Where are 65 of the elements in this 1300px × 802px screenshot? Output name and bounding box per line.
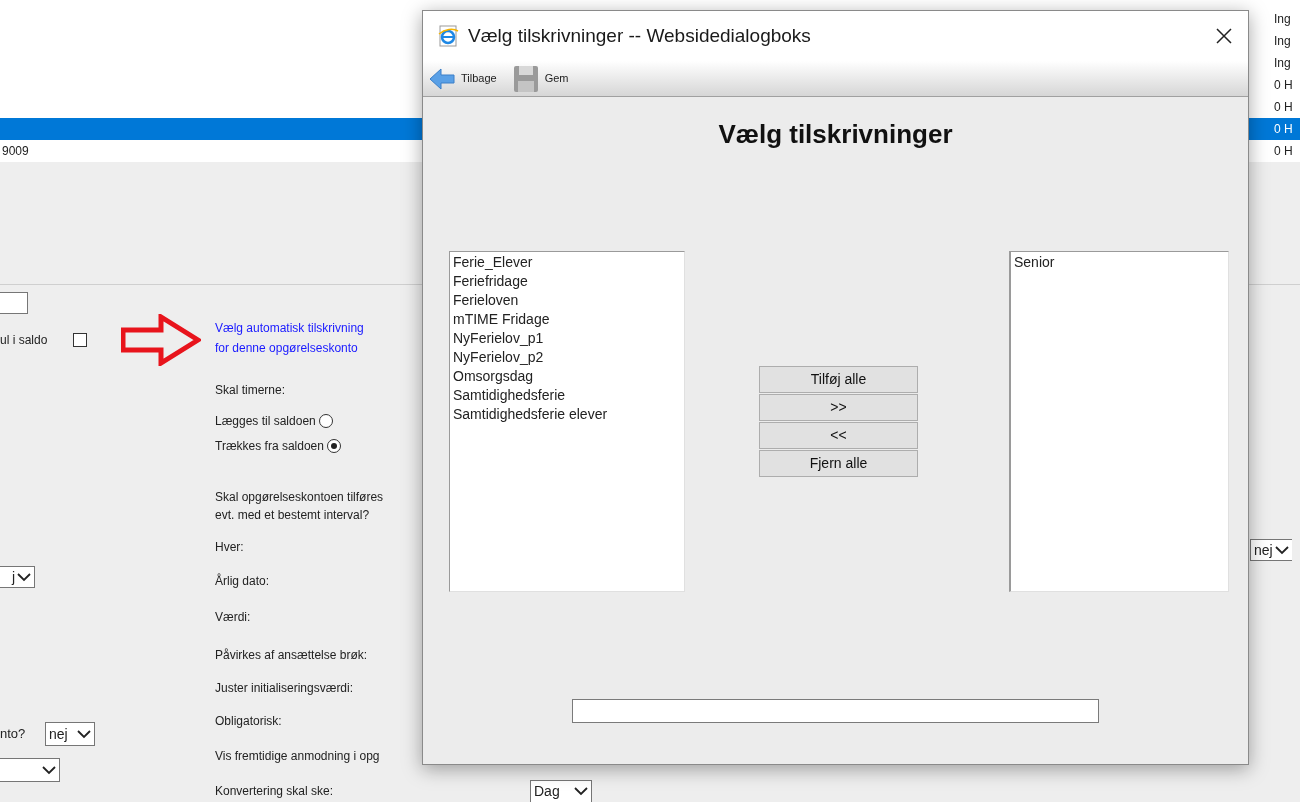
transfer-button[interactable]: Tilføj alle — [759, 366, 918, 393]
list-box[interactable]: Ferie_Elever Feriefridage Ferieloven mTIME Fridage NyFerielov_p1 NyFerielov_p2 Omsorgsdag Samtidighedsferie Samtidighedsferie elever — [449, 251, 685, 592]
link[interactable]: Vælg automatisk tilskrivning for denne opgørelseskonto — [215, 318, 364, 358]
select-value: j — [11, 567, 15, 587]
list-item[interactable]: Senior — [1014, 253, 1055, 272]
dialog-heading: Vælg tilskrivninger — [718, 118, 953, 150]
transfer-button[interactable]: Fjern alle — [759, 450, 918, 477]
checkbox[interactable] — [73, 332, 87, 347]
select-field[interactable]: Dag — [530, 779, 592, 802]
radio-label: Lægges til saldoen — [215, 413, 316, 430]
checkbox-label: ul i saldo — [0, 331, 49, 349]
close-icon[interactable] — [1216, 28, 1232, 44]
list-item[interactable]: Omsorgsdag — [453, 367, 534, 386]
list-item[interactable]: NyFerielov_p1 — [453, 329, 544, 348]
field-label: Værdi: — [215, 609, 251, 626]
list-item[interactable]: Feriefridage — [453, 272, 528, 291]
toolbar-button[interactable]: Tilbage — [429, 67, 497, 90]
question-text: Skal opgørelseskontoen tilføres evt. med et bestemt interval? — [215, 489, 384, 524]
table-cell-text: 0 H — [1274, 143, 1293, 160]
select-field[interactable]: nej — [45, 722, 95, 746]
field-label: Obligatorisk: — [215, 713, 282, 730]
field-label: Konvertering skal ske: — [215, 783, 335, 800]
select-value: nej — [1254, 540, 1273, 560]
table-cell-text: 0 H — [1274, 99, 1293, 116]
select-field[interactable] — [0, 758, 60, 782]
text-field[interactable] — [572, 699, 1099, 723]
list-item[interactable]: Ferie_Elever — [453, 253, 533, 272]
list-item[interactable]: Samtidighedsferie — [453, 386, 566, 405]
table-cell-text: 0 H — [1274, 77, 1293, 94]
left-arrow-icon — [429, 67, 455, 90]
list-item[interactable]: mTIME Fridage — [453, 310, 550, 329]
table-cell-text: 0 H — [1274, 121, 1293, 138]
field-label: Hver: — [215, 539, 244, 556]
table-cell-text: Ing — [1274, 11, 1291, 28]
radio-button[interactable] — [326, 439, 341, 453]
select-value: Dag — [534, 781, 560, 801]
toolbar-button[interactable]: Gem — [512, 64, 569, 93]
window-title: Vælg tilskrivninger -- Websidedialogboks — [468, 23, 811, 48]
table-cell-text: Ing — [1274, 33, 1291, 50]
list-box[interactable]: Senior — [1009, 251, 1229, 592]
field-label: Påvirkes af ansættelse brøk: — [215, 647, 368, 664]
select-field[interactable]: j — [0, 566, 35, 588]
field-label: Vis fremtidige anmodning i opg — [215, 748, 380, 765]
radio-button[interactable] — [318, 414, 333, 428]
question-text: Skal timerne: — [215, 382, 286, 399]
chevron-icon — [17, 572, 31, 582]
browser-icon — [437, 25, 459, 47]
chevron-icon — [77, 729, 91, 739]
chevron-icon — [1275, 545, 1289, 555]
list-item[interactable]: Samtidighedsferie elever — [453, 405, 608, 424]
transfer-button[interactable]: << — [759, 422, 918, 449]
select-field[interactable]: nej — [1250, 539, 1292, 561]
table-cell-text: Ing — [1274, 55, 1291, 72]
list-item[interactable]: Ferieloven — [453, 291, 519, 310]
field-label: nto? — [0, 725, 27, 744]
select-value: nej — [49, 724, 68, 744]
chevron-icon — [42, 765, 56, 775]
table-cell: 9009 — [2, 144, 29, 158]
radio-label: Trækkes fra saldoen — [215, 438, 324, 455]
list-item[interactable]: NyFerielov_p2 — [453, 348, 544, 367]
input-field[interactable] — [0, 292, 28, 314]
field-label: Juster initialiseringsværdi: — [215, 680, 354, 697]
chevron-icon — [574, 786, 588, 796]
transfer-button[interactable]: >> — [759, 394, 918, 421]
field-label: Årlig dato: — [215, 572, 270, 590]
